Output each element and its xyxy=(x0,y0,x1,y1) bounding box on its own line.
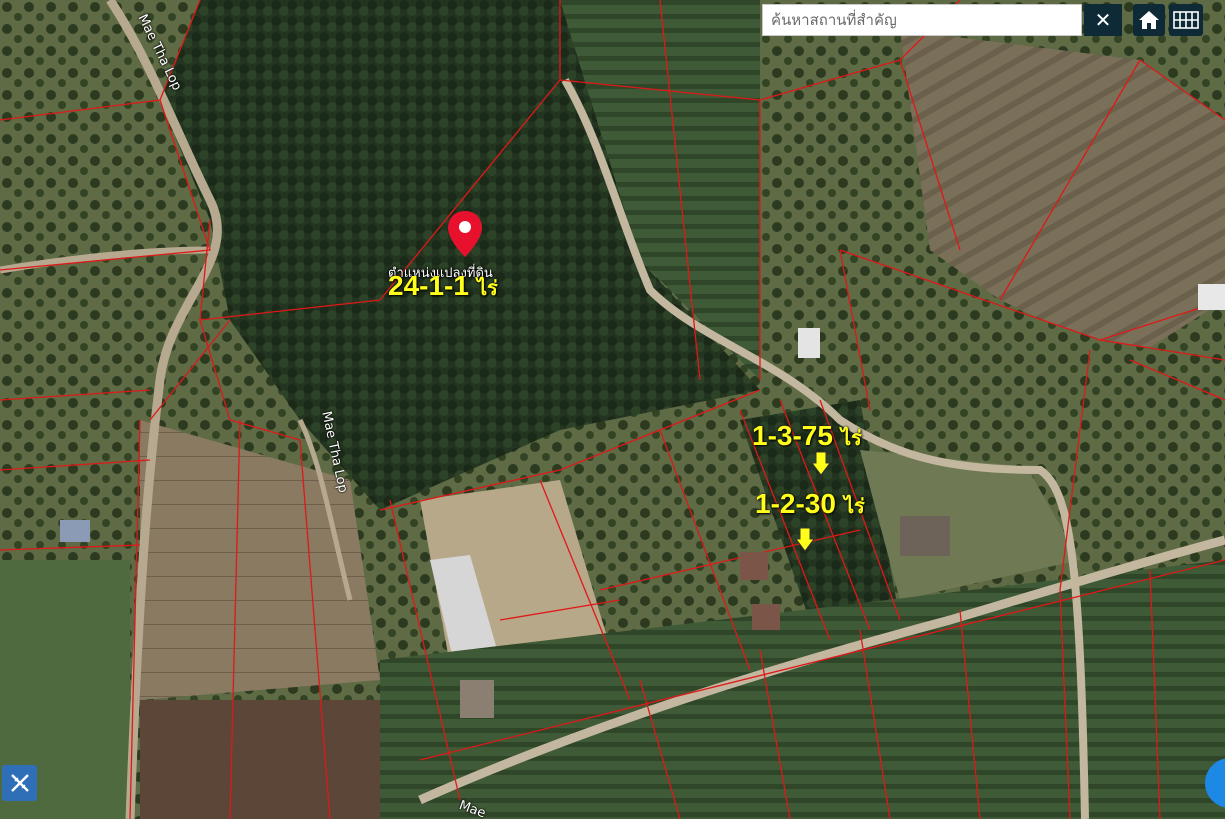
parcel-area-label: 1-3-75 ไร่ xyxy=(752,420,862,454)
measure-tool-button[interactable] xyxy=(2,765,37,801)
ruler-pencil-icon xyxy=(10,774,29,792)
search-input[interactable] xyxy=(762,4,1082,36)
parcel-area-value: 1-3-75 xyxy=(752,420,833,451)
home-icon xyxy=(1139,11,1159,29)
grid-icon xyxy=(1173,11,1199,29)
map-view[interactable]: Mae Tha Lop Mae Tha Lop Mae ตำแหน่งแปลงท… xyxy=(0,0,1225,819)
parcel-area-unit: ไร่ xyxy=(476,276,498,300)
parcel-area-label: 24-1-1 ไร่ xyxy=(388,270,498,304)
grid-button[interactable] xyxy=(1169,4,1203,36)
parcel-area-value: 24-1-1 xyxy=(388,270,469,301)
clear-search-button[interactable]: ✕ xyxy=(1084,4,1122,36)
satellite-imagery xyxy=(0,0,1225,819)
parcel-area-value: 1-2-30 xyxy=(755,488,836,519)
home-button[interactable] xyxy=(1133,4,1165,36)
down-arrow-icon xyxy=(811,451,831,476)
parcel-area-unit: ไร่ xyxy=(843,494,865,518)
parcel-area-unit: ไร่ xyxy=(840,426,862,450)
map-pin-icon[interactable] xyxy=(446,209,484,259)
parcel-area-label: 1-2-30 ไร่ xyxy=(755,488,865,522)
down-arrow-icon xyxy=(795,527,815,552)
